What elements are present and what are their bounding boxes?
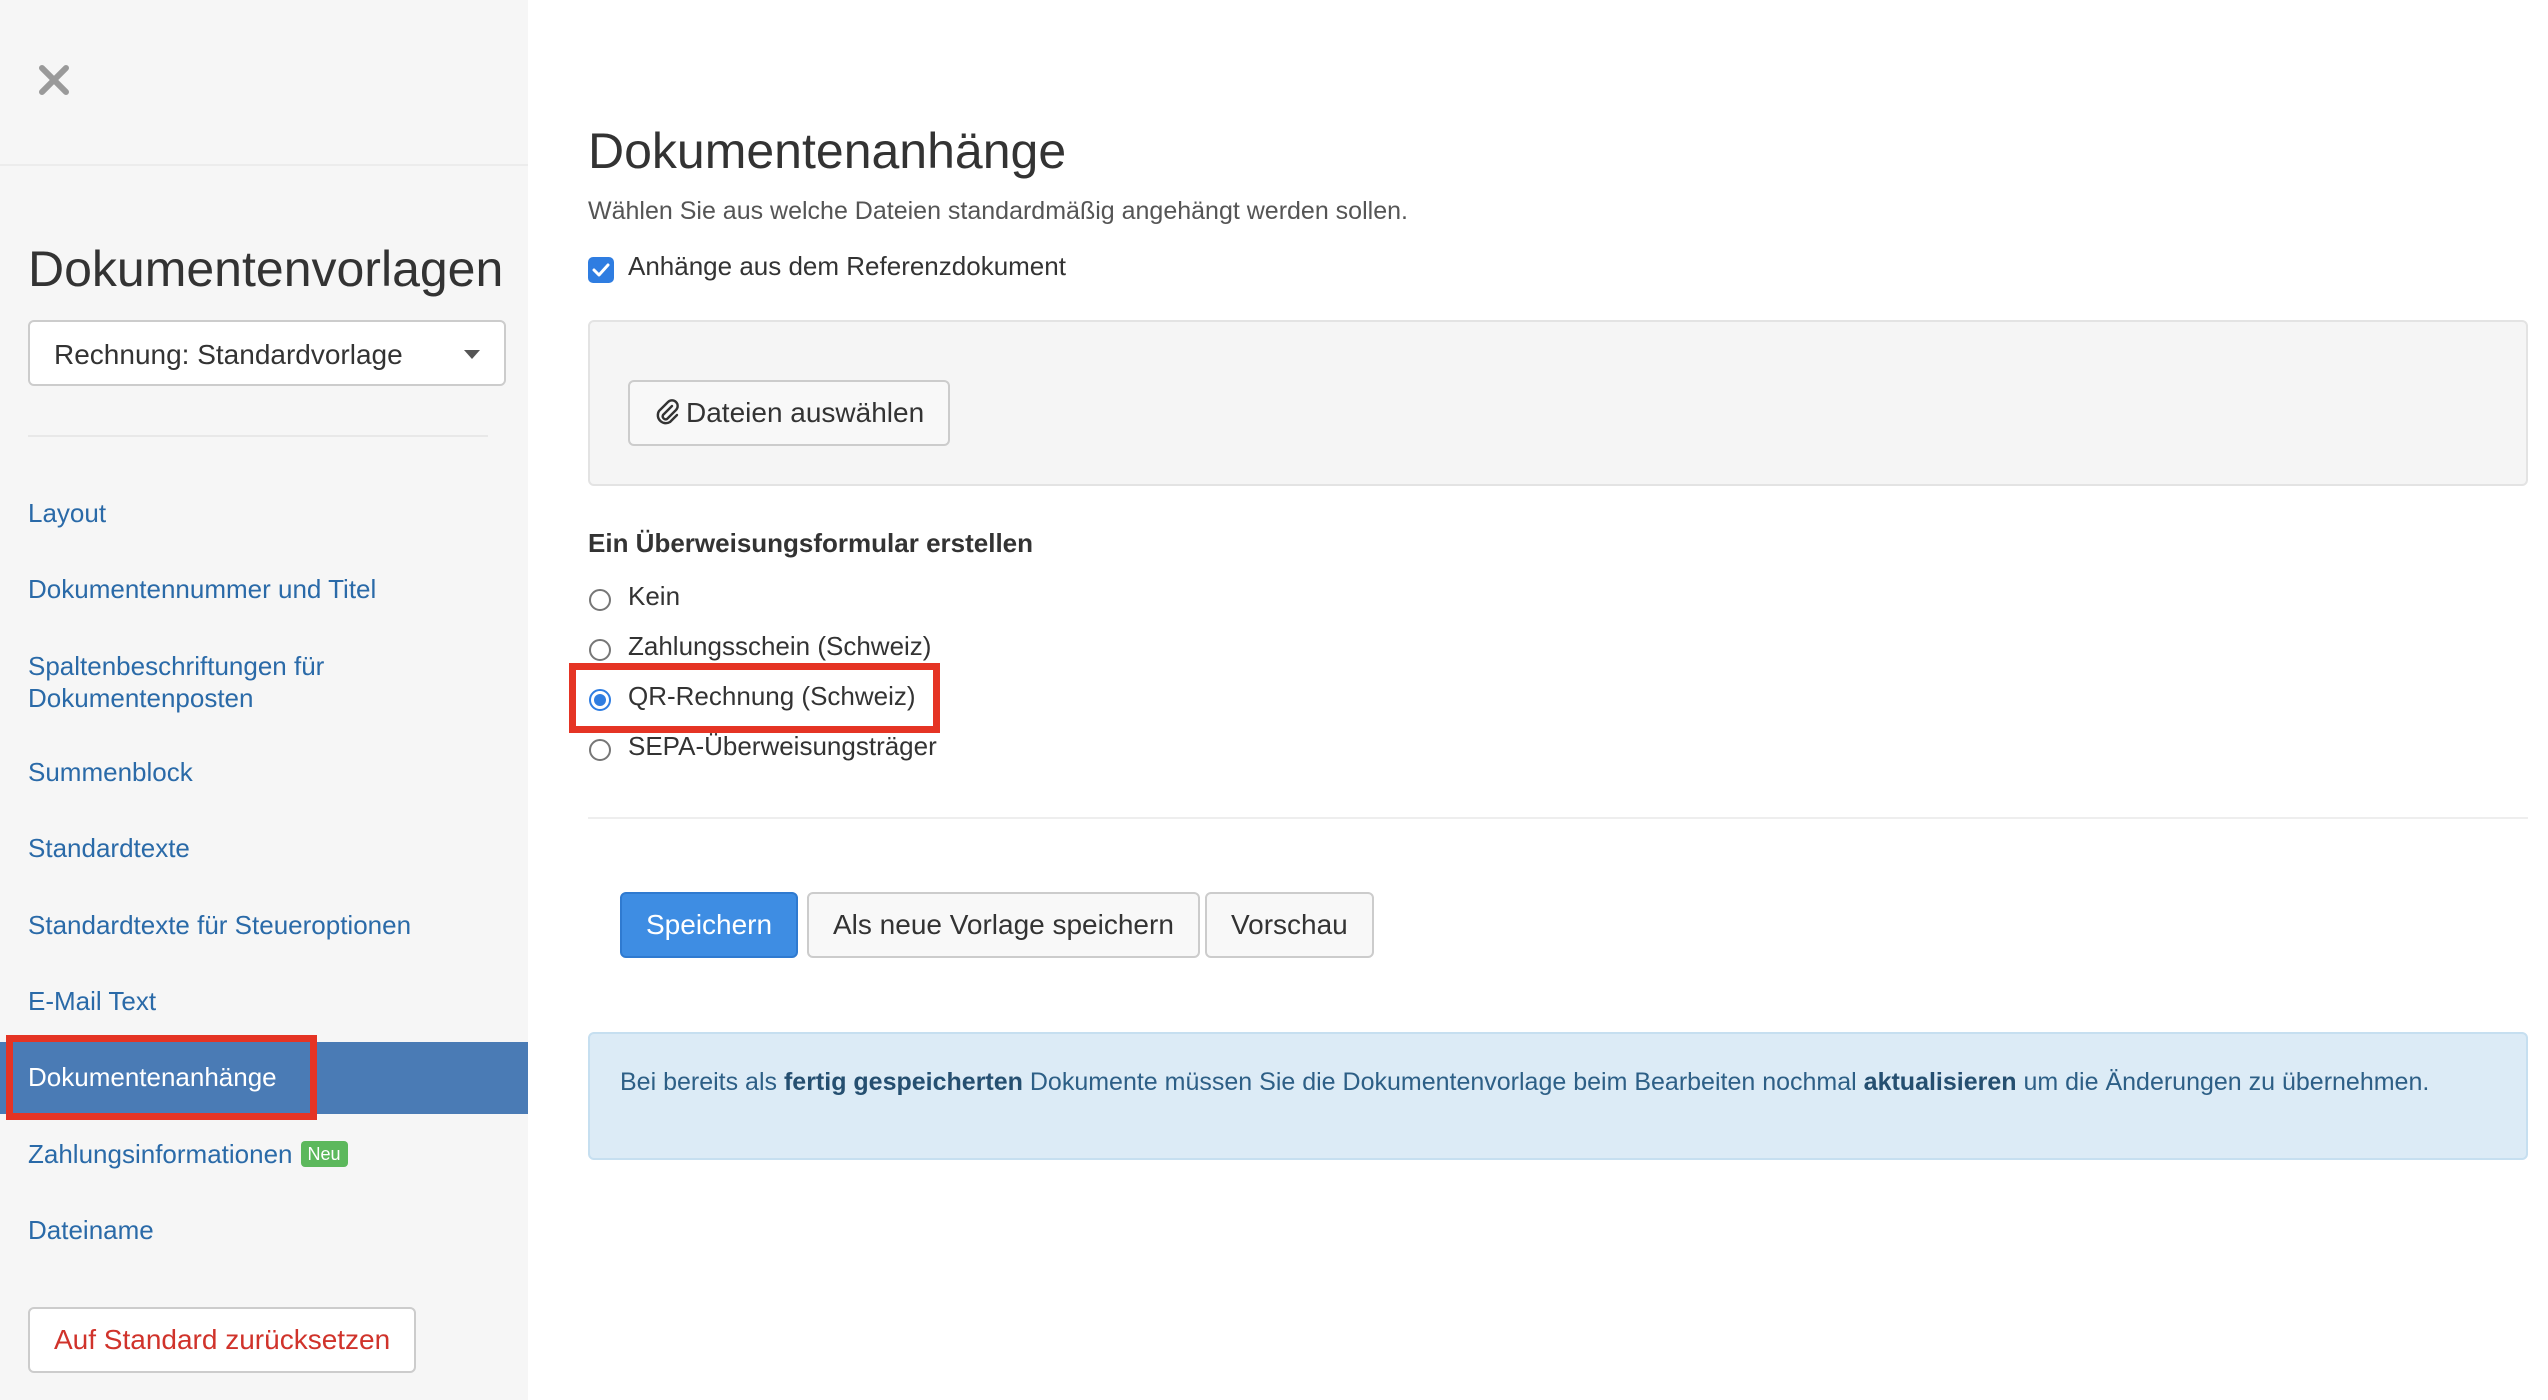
page-title: Dokumentenanhänge [588, 123, 1067, 179]
sidebar-item-email-text[interactable]: E-Mail Text [0, 985, 528, 1025]
info-bold-1: fertig gespeicherten [783, 1068, 1023, 1096]
main-divider [588, 817, 2528, 819]
sidebar-item-layout[interactable]: Layout [0, 497, 528, 537]
info-text-3: um die Änderungen zu übernehmen. [2016, 1068, 2430, 1096]
info-bold-2: aktualisieren [1863, 1068, 2017, 1096]
radio-kein[interactable] [589, 589, 611, 611]
sidebar-item-label: Standardtexte für Steueroptionen [28, 910, 412, 940]
paperclip-icon [656, 399, 679, 425]
sidebar: Dokumentenvorlagen Rechnung: Standardvor… [0, 0, 528, 1400]
preview-button[interactable]: Vorschau [1205, 892, 1374, 958]
sidebar-item-label-line2: Dokumentenposten [28, 683, 254, 713]
sidebar-item-steueroptionen[interactable]: Standardtexte für Steueroptionen [0, 909, 528, 949]
radio-label-qr-rechnung: QR-Rechnung (Schweiz) [628, 681, 916, 711]
sidebar-item-dateiname[interactable]: Dateiname [0, 1214, 528, 1254]
radio-label-kein: Kein [628, 581, 681, 611]
sidebar-item-standardtexte[interactable]: Standardtexte [0, 832, 528, 872]
sidebar-divider [28, 435, 488, 437]
save-button[interactable]: Speichern [620, 892, 799, 958]
checkmark-icon [592, 263, 610, 277]
sidebar-item-dokumentenanhaenge[interactable]: Dokumentenanhänge [0, 1042, 528, 1114]
radio-label-zahlungsschein: Zahlungsschein (Schweiz) [628, 631, 932, 661]
sidebar-item-dokumentennummer[interactable]: Dokumentennummer und Titel [0, 573, 528, 613]
sidebar-item-label: Dokumentennummer und Titel [28, 574, 377, 604]
page-subtitle: Wählen Sie aus welche Dateien standardmä… [588, 197, 1408, 225]
choose-files-label: Dateien auswählen [686, 397, 925, 428]
caret-down-icon [464, 350, 480, 359]
reset-to-default-button[interactable]: Auf Standard zurücksetzen [28, 1307, 417, 1373]
choose-files-button[interactable]: Dateien auswählen [628, 380, 951, 446]
transfer-form-label: Ein Überweisungsformular erstellen [588, 528, 1034, 558]
sidebar-item-label: Zahlungsinformationen [28, 1139, 293, 1169]
reference-attachments-label: Anhänge aus dem Referenzdokument [628, 251, 1066, 281]
sidebar-item-label: E-Mail Text [28, 986, 157, 1016]
sidebar-item-label: Standardtexte [28, 833, 190, 863]
upload-well: Dateien auswählen [588, 320, 2528, 486]
radio-zahlungsschein[interactable] [589, 639, 611, 661]
sidebar-item-label: Layout [28, 498, 107, 528]
sidebar-item-label: Summenblock [28, 757, 193, 787]
sidebar-item-zahlungsinformationen[interactable]: Zahlungsinformationen Neu [0, 1138, 528, 1178]
radio-sepa[interactable] [589, 739, 611, 761]
sidebar-item-summenblock[interactable]: Summenblock [0, 756, 528, 796]
radio-label-sepa: SEPA-Überweisungsträger [628, 731, 937, 761]
template-select-value: Rechnung: Standardvorlage [54, 339, 403, 370]
radio-qr-rechnung[interactable] [589, 689, 611, 711]
template-select[interactable]: Rechnung: Standardvorlage [28, 320, 506, 386]
info-text-1: Bei bereits als [620, 1068, 784, 1096]
sidebar-item-label: Dateiname [28, 1215, 154, 1245]
close-icon[interactable] [36, 62, 72, 98]
reference-attachments-checkbox[interactable] [588, 257, 614, 283]
sidebar-item-spaltenbeschriftungen[interactable]: Spaltenbeschriftungen für Dokumentenpost… [0, 650, 528, 720]
info-alert: Bei bereits als fertig gespeicherten Dok… [588, 1032, 2528, 1160]
new-badge: Neu [300, 1141, 348, 1167]
sidebar-item-label: Dokumentenanhänge [28, 1062, 277, 1092]
save-as-new-template-button[interactable]: Als neue Vorlage speichern [807, 892, 1200, 958]
sidebar-item-label: Spaltenbeschriftungen für [28, 651, 325, 681]
sidebar-title: Dokumentenvorlagen [28, 241, 504, 297]
sidebar-top-divider [0, 164, 528, 166]
info-text-2: Dokumente müssen Sie die Dokumentenvorla… [1022, 1068, 1864, 1096]
page: Dokumentenvorlagen Rechnung: Standardvor… [0, 0, 2548, 1400]
